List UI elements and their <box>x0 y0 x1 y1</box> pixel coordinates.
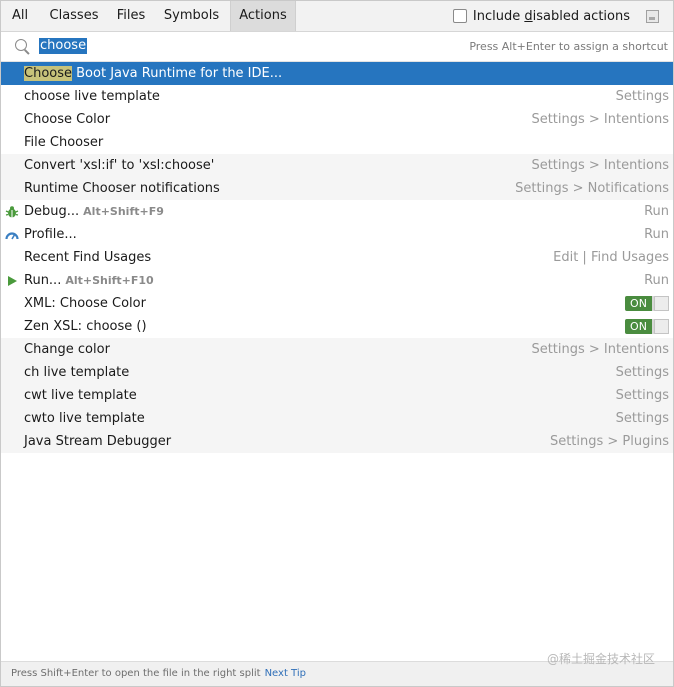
item-label: cwt live template <box>24 388 137 403</box>
list-item[interactable]: Convert 'xsl:if' to 'xsl:choose' Setting… <box>1 154 673 177</box>
item-location: Settings > Intentions <box>531 112 669 127</box>
tab-classes[interactable]: Classes <box>39 1 109 31</box>
item-location: Run <box>644 204 669 219</box>
item-label: cwto live template <box>24 411 145 426</box>
list-item[interactable]: XML: Choose Color ON <box>1 292 673 315</box>
tab-symbols[interactable]: Symbols <box>153 1 230 31</box>
tip-footer: @稀土掘金技术社区 Press Shift+Enter to open the … <box>1 652 673 686</box>
list-item[interactable]: Change color Settings > Intentions <box>1 338 673 361</box>
item-label: ch live template <box>24 365 130 380</box>
item-location: Settings > Plugins <box>549 434 669 449</box>
item-label: Run... <box>24 273 62 288</box>
item-label: Boot Java Runtime for the IDE... <box>72 66 283 81</box>
list-item[interactable]: Run... Alt+Shift+F10 Run <box>1 269 673 292</box>
item-location: Settings <box>615 411 669 426</box>
include-disabled-actions[interactable]: Include disabled actions <box>452 1 659 31</box>
item-label: Debug... <box>24 204 80 219</box>
toggle-knob <box>654 296 669 311</box>
list-item[interactable]: choose live template Settings <box>1 85 673 108</box>
footer-tip-text: Press Shift+Enter to open the file in th… <box>11 668 306 679</box>
item-location: Settings <box>615 365 669 380</box>
profiler-gauge-icon <box>5 232 19 240</box>
item-label: File Chooser <box>24 135 104 150</box>
list-item[interactable]: Debug... Alt+Shift+F9 Run <box>1 200 673 223</box>
item-label: Zen XSL: choose () <box>24 319 147 334</box>
toggle-state: ON <box>625 296 652 311</box>
list-item[interactable]: Choose Boot Java Runtime for the IDE... <box>1 62 673 85</box>
item-shortcut: Alt+Shift+F10 <box>65 274 154 287</box>
list-item[interactable]: Choose Color Settings > Intentions <box>1 108 673 131</box>
item-label: Choose Color <box>24 112 111 127</box>
list-item[interactable]: File Chooser <box>1 131 673 154</box>
item-location: Settings > Intentions <box>531 158 669 173</box>
on-off-toggle[interactable]: ON <box>625 319 669 334</box>
item-shortcut: Alt+Shift+F9 <box>83 205 164 218</box>
search-input[interactable]: choose <box>39 38 88 54</box>
tab-files[interactable]: Files <box>109 1 153 31</box>
item-label: Profile... <box>24 227 77 242</box>
list-item[interactable]: Runtime Chooser notifications Settings >… <box>1 177 673 200</box>
item-label: Change color <box>24 342 110 357</box>
watermark: @稀土掘金技术社区 <box>546 652 655 666</box>
list-item[interactable]: Recent Find Usages Edit | Find Usages <box>1 246 673 269</box>
item-location: Settings <box>615 89 669 104</box>
item-label: choose live template <box>24 89 160 104</box>
tab-all[interactable]: All <box>1 1 39 31</box>
item-location: Run <box>644 273 669 288</box>
scope-tabs: All Classes Files Symbols Actions Includ… <box>1 1 673 32</box>
toggle-knob <box>654 319 669 334</box>
tab-actions[interactable]: Actions <box>230 1 296 31</box>
list-item[interactable]: ch live template Settings <box>1 361 673 384</box>
item-label: Convert 'xsl:if' to 'xsl:choose' <box>24 158 215 173</box>
item-location: Settings > Intentions <box>531 342 669 357</box>
list-item[interactable]: Profile... Run <box>1 223 673 246</box>
shortcut-hint: Press Alt+Enter to assign a shortcut <box>469 40 668 53</box>
toggle-state: ON <box>625 319 652 334</box>
list-item[interactable]: Zen XSL: choose () ON <box>1 315 673 338</box>
include-disabled-checkbox[interactable] <box>452 9 467 23</box>
item-label: Java Stream Debugger <box>24 434 172 449</box>
search-icon <box>15 39 27 51</box>
item-location: Settings <box>615 388 669 403</box>
item-label: Runtime Chooser notifications <box>24 181 220 196</box>
search-everywhere-popup: All Classes Files Symbols Actions Includ… <box>0 0 674 687</box>
search-bar: choose Press Alt+Enter to assign a short… <box>1 32 673 62</box>
debug-bug-icon <box>5 206 19 218</box>
list-item[interactable]: cwt live template Settings <box>1 384 673 407</box>
run-play-icon <box>8 276 17 286</box>
item-location: Settings > Notifications <box>515 181 669 196</box>
on-off-toggle[interactable]: ON <box>625 296 669 311</box>
item-label: Recent Find Usages <box>24 250 152 265</box>
next-tip-link[interactable]: Next Tip <box>265 668 306 679</box>
results-list: Choose Boot Java Runtime for the IDE... … <box>1 62 673 453</box>
item-location: Edit | Find Usages <box>553 250 669 265</box>
preview-panel-icon[interactable] <box>646 9 659 23</box>
include-disabled-label: Include disabled actions <box>472 8 630 24</box>
item-location: Run <box>644 227 669 242</box>
item-label: XML: Choose Color <box>24 296 146 311</box>
match-highlight: Choose <box>24 66 72 81</box>
list-item[interactable]: Java Stream Debugger Settings > Plugins <box>1 430 673 453</box>
list-item[interactable]: cwto live template Settings <box>1 407 673 430</box>
